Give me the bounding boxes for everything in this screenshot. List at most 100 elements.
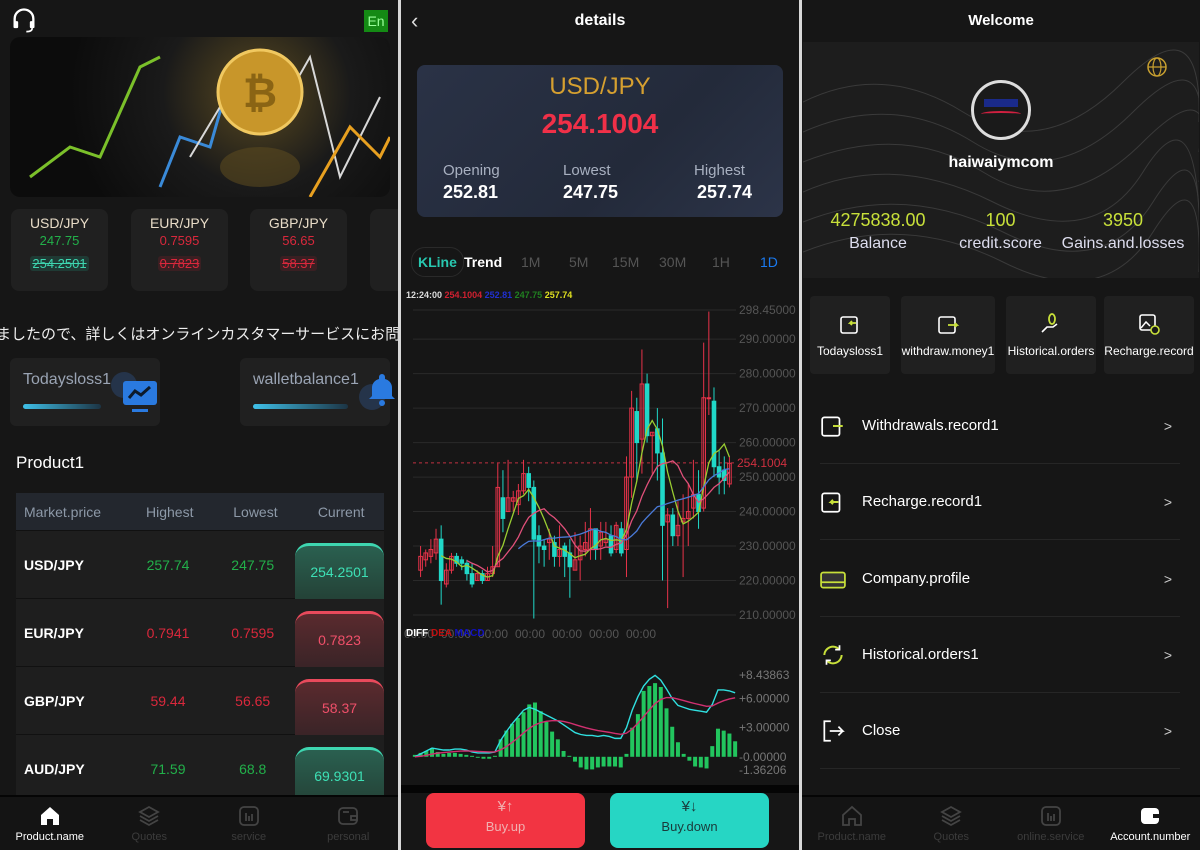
high-cell: 0.7941 xyxy=(146,624,190,641)
x-tick-label: 00:00 xyxy=(626,627,656,641)
wallet-balance-card[interactable]: walletbalance1 xyxy=(240,358,395,426)
macd-bar xyxy=(538,711,543,757)
low-cell: 56.65 xyxy=(235,692,271,709)
low-cell: 0.7595 xyxy=(231,624,275,641)
table-row[interactable]: USD/JPY 257.74 247.75 254.2501 xyxy=(16,530,384,599)
ticker-card[interactable]: GBP/JPY 56.65 58.37 xyxy=(250,209,347,291)
menu-recharge-record[interactable]: Recharge.record1 > xyxy=(820,464,1180,540)
ticker-card[interactable]: EUR/JPY 0.7595 0.7823 xyxy=(131,209,228,291)
refresh-icon xyxy=(823,644,843,665)
gains-stat: 3950 Gains.and.losses xyxy=(1058,210,1188,253)
tile-todays-loss[interactable]: Todaysloss1 xyxy=(810,296,890,374)
wallet-icon xyxy=(338,807,359,825)
stat-bar xyxy=(253,404,348,409)
chevron-right-icon: > xyxy=(1163,417,1172,434)
nav-quotes[interactable]: Quotes xyxy=(902,797,1002,850)
column-header: Current xyxy=(317,503,365,520)
buy-down-label: Buy.down xyxy=(661,819,718,834)
macd-bar xyxy=(527,704,532,757)
section-title: Product1 xyxy=(16,453,85,472)
menu-company-profile[interactable]: Company.profile > xyxy=(820,541,1180,617)
y-tick-label: 260.00000 xyxy=(739,436,796,450)
headset-icon[interactable] xyxy=(10,6,38,34)
legend-dea: DEA xyxy=(431,628,452,639)
x-tick-label: 00:00 xyxy=(515,627,545,641)
macd-bar xyxy=(630,727,635,757)
wallet-in-icon xyxy=(821,491,841,513)
home-screen: En ₿ USD/JPY 247.75 254.2501 EUR/JPY 0.7… xyxy=(0,0,398,850)
buy-up-label: Buy.up xyxy=(485,819,526,834)
details-screen: ‹ details USD/JPY 254.1004 Opening 252.8… xyxy=(401,0,799,850)
legend-diff: DIFF xyxy=(406,628,429,639)
tile-withdraw-money[interactable]: withdraw.money1 xyxy=(901,296,995,374)
ticker-current: 254.2501 xyxy=(30,256,89,271)
candle-body xyxy=(438,538,444,582)
globe-icon[interactable] xyxy=(1147,57,1167,77)
ticker-current: 0.7823 xyxy=(157,256,202,271)
tile-recharge-record[interactable]: Recharge.record xyxy=(1104,296,1194,374)
ticker-card[interactable] xyxy=(370,209,398,291)
avatar[interactable] xyxy=(971,80,1031,140)
banner-image[interactable]: ₿ xyxy=(10,37,390,197)
ticker-current: 58.37 xyxy=(280,256,317,271)
menu-historical-orders[interactable]: Historical.orders1 > xyxy=(820,617,1180,693)
nav-label: Account.number xyxy=(1110,831,1191,843)
nav-account[interactable]: Account.number xyxy=(1101,797,1200,850)
candle-body xyxy=(469,573,475,585)
ticker-card[interactable]: USD/JPY 247.75 254.2501 xyxy=(11,209,108,291)
stat-label: credit.score xyxy=(959,235,1042,252)
tile-historical-orders[interactable]: Historical.orders xyxy=(1006,296,1096,374)
wallet-in-icon xyxy=(840,316,858,334)
nav-online-service[interactable]: online.service xyxy=(1001,797,1101,850)
nav-personal[interactable]: personal xyxy=(299,797,399,850)
table-row[interactable]: GBP/JPY 59.44 56.65 58.37 xyxy=(16,666,384,735)
macd-bar xyxy=(475,756,480,758)
table-row[interactable]: AUD/JPY 71.59 68.8 69.9301 xyxy=(16,734,384,803)
logout-icon xyxy=(823,719,845,742)
nav-service[interactable]: service xyxy=(199,797,299,850)
pair-cell: AUD/JPY xyxy=(24,760,85,777)
menu-label: Withdrawals.record1 xyxy=(862,417,999,434)
macd-bar xyxy=(561,750,566,757)
buy-up-button[interactable]: ¥↑ Buy.up xyxy=(426,793,585,848)
macd-bar xyxy=(664,708,669,757)
language-button[interactable]: En xyxy=(364,10,388,32)
macd-tick-label: +3.00000 xyxy=(739,721,790,735)
y-tick-label: 230.00000 xyxy=(739,539,796,553)
y-tick-label: 270.00000 xyxy=(739,401,796,415)
candle-body xyxy=(500,497,506,519)
low-cell: 247.75 xyxy=(231,556,275,573)
high-cell: 71.59 xyxy=(150,760,186,777)
macd-bar xyxy=(641,690,646,757)
macd-bar xyxy=(470,755,475,757)
macd-bar xyxy=(481,756,486,759)
nav-product[interactable]: Product.name xyxy=(802,797,902,850)
layers-icon xyxy=(138,805,161,827)
candlestick-chart[interactable]: 298.45000 290.00000 280.00000 270.00000 260.… xyxy=(401,0,799,790)
macd-bar xyxy=(653,683,658,757)
high-cell: 257.74 xyxy=(146,556,190,573)
stat-label: Todaysloss1 xyxy=(23,371,112,388)
macd-bar xyxy=(607,756,612,767)
macd-bar xyxy=(675,742,680,757)
menu-withdrawals-record[interactable]: Withdrawals.record1 > xyxy=(820,388,1180,464)
y-tick-label: 210.00000 xyxy=(739,608,796,622)
buy-down-button[interactable]: ¥↓ Buy.down xyxy=(610,793,769,848)
candle-body xyxy=(526,473,531,488)
macd-bar xyxy=(487,756,492,759)
macd-bar xyxy=(452,752,457,757)
announcement-marquee[interactable]: ましたので、詳しくはオンラインカスタマーサービスにお問い合わ xyxy=(0,323,398,344)
macd-bar xyxy=(727,733,732,757)
y-tick-label: 298.45000 xyxy=(739,303,796,317)
nav-product[interactable]: Product.name xyxy=(0,797,100,850)
nav-quotes[interactable]: Quotes xyxy=(100,797,200,850)
macd-bar xyxy=(590,756,595,770)
table-row[interactable]: EUR/JPY 0.7941 0.7595 0.7823 xyxy=(16,598,384,667)
todays-loss-card[interactable]: Todaysloss1 xyxy=(10,358,160,426)
ticker-pair: EUR/JPY xyxy=(149,215,210,231)
y-tick-label: 290.00000 xyxy=(739,332,796,346)
menu-label: Company.profile xyxy=(862,570,971,587)
macd-bar xyxy=(510,723,515,757)
menu-close[interactable]: Close > xyxy=(820,693,1180,769)
macd-bar xyxy=(715,728,720,757)
